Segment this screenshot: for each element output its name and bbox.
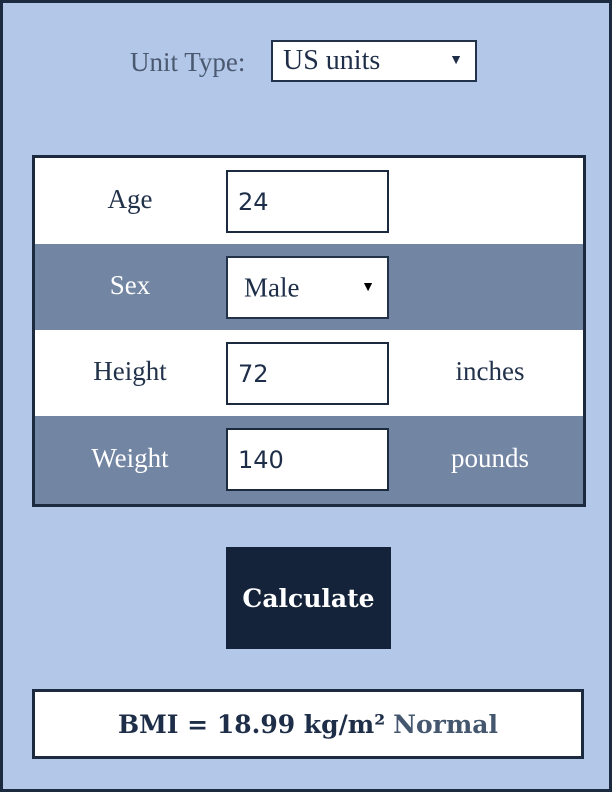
caret-down-icon: ▼ [361, 279, 375, 295]
weight-input[interactable]: 140 [226, 428, 389, 491]
unit-type-select[interactable]: US units ▼ [271, 40, 477, 82]
unit-type-label: Unit Type: [130, 47, 246, 77]
calculate-button[interactable]: Calculate [226, 547, 391, 649]
unit-type-value: US units [283, 45, 381, 76]
height-unit: inches [455, 355, 525, 386]
age-input[interactable]: 24 [226, 170, 389, 233]
sex-select[interactable]: Male ▼ [226, 256, 389, 319]
result-box: BMI = 18.99 kg/m² Normal [32, 689, 584, 759]
height-input[interactable]: 72 [226, 342, 389, 405]
weight-unit: pounds [450, 442, 529, 473]
sex-label: Sex [109, 269, 151, 300]
bmi-result: BMI = 18.99 kg/m² [117, 709, 386, 739]
bmi-calculator: Unit Type: US units ▼ Age 24 Sex Male ▼ … [0, 0, 612, 792]
weight-label: Weight [91, 442, 169, 473]
row-sex: Sex Male ▼ [35, 244, 583, 330]
sex-value: Male [244, 272, 300, 302]
row-age: Age 24 [35, 158, 583, 244]
height-label: Height [93, 355, 167, 386]
row-height: Height 72 inches [35, 330, 583, 416]
bmi-category: Normal [393, 709, 499, 739]
input-table: Age 24 Sex Male ▼ Height 72 inches Weigh… [32, 155, 586, 507]
age-label: Age [107, 183, 153, 214]
row-weight: Weight 140 pounds [35, 416, 583, 504]
caret-down-icon: ▼ [449, 53, 463, 68]
